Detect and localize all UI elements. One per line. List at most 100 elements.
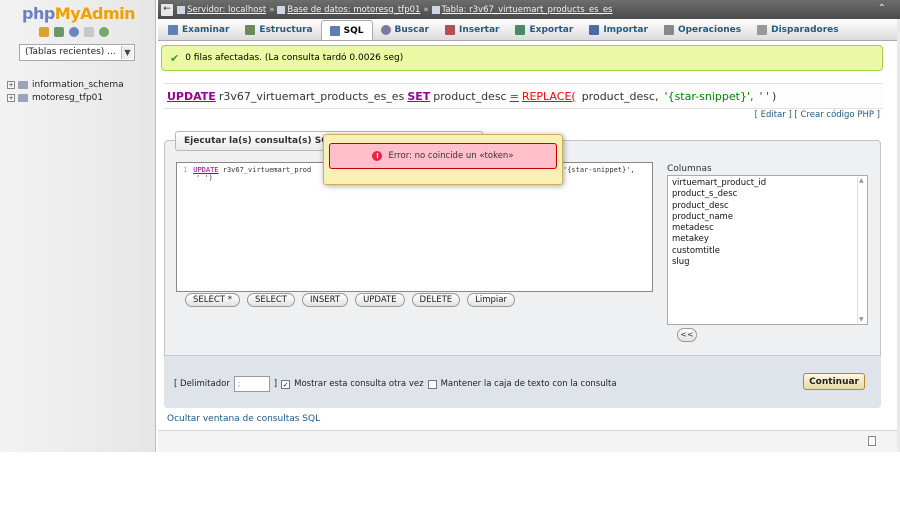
db-name[interactable]: motoresg_tfp01	[32, 93, 103, 103]
phpmyadmin-logo[interactable]: phpMyAdmin	[22, 4, 136, 23]
column-option[interactable]: product_desc	[672, 201, 863, 212]
export-icon	[515, 25, 526, 35]
tab-label: Importar	[603, 25, 648, 35]
sql-string: ' '	[759, 89, 770, 103]
operations-icon	[663, 25, 674, 35]
sql-paren: )	[772, 89, 777, 103]
server-icon	[177, 5, 185, 14]
editor-code: r3v67_virtuemart_prod	[218, 166, 312, 174]
recent-tables-value: (Tablas recientes) ...	[25, 47, 116, 57]
insert-column-button[interactable]: <<	[677, 328, 697, 342]
tab-examinar[interactable]: Examinar	[160, 20, 237, 40]
query-options: [ Delimitador ; ] ✓ Mostrar esta consult…	[164, 355, 881, 408]
expand-icon[interactable]: +	[7, 94, 15, 102]
sql-table-name: r3v67_virtuemart_products_es_es	[218, 89, 405, 103]
insert-button[interactable]: INSERT	[301, 293, 349, 307]
tab-bar: Examinar Estructura SQL Buscar Insertar …	[158, 19, 900, 41]
column-option[interactable]: product_s_desc	[672, 189, 863, 200]
tab-label: SQL	[343, 25, 364, 36]
scroll-up-icon[interactable]: ▲	[859, 177, 864, 184]
error-icon: !	[372, 151, 383, 161]
expand-icon[interactable]: +	[7, 81, 15, 89]
collapse-icon[interactable]: ⌃	[878, 3, 886, 14]
console-icon[interactable]	[868, 436, 876, 446]
column-option[interactable]: metadesc	[672, 223, 863, 234]
breadcrumb: ← Servidor: localhost » Base de datos: m…	[158, 0, 900, 19]
exit-icon[interactable]	[54, 27, 64, 37]
logo-text-myadmin: MyAdmin	[54, 4, 136, 23]
sql-string: '{star-snippet}',	[664, 89, 754, 103]
edit-link[interactable]: Editar	[761, 110, 786, 120]
sql-arg: product_desc,	[581, 89, 659, 103]
tab-label: Disparadores	[771, 25, 839, 35]
tab-sql[interactable]: SQL	[320, 20, 373, 40]
tab-insertar[interactable]: Insertar	[437, 20, 507, 40]
browse-icon	[168, 25, 178, 35]
delimiter-label: [ Delimitador	[174, 379, 230, 389]
column-option[interactable]: metakey	[672, 234, 863, 245]
db-name[interactable]: information_schema	[32, 80, 124, 90]
tab-label: Operaciones	[677, 25, 742, 35]
sql-keyword-update[interactable]: UPDATE	[167, 90, 216, 103]
keep-textbox-label[interactable]: Mantener la caja de texto con la consult…	[441, 379, 617, 389]
query-snippet-buttons: SELECT * SELECT INSERT UPDATE DELETE Lim…	[185, 293, 515, 307]
keep-textbox-checkbox[interactable]	[427, 379, 437, 389]
editor-keyword: UPDATE	[193, 166, 219, 174]
back-arrow-icon[interactable]: ←	[161, 3, 173, 16]
success-message: ✔ 0 filas afectadas. (La consulta tardó …	[161, 45, 883, 71]
sql-function-replace[interactable]: REPLACE(	[522, 90, 576, 103]
options-row: [ Delimitador ; ] ✓ Mostrar esta consult…	[174, 376, 617, 392]
sql-column-name: product_desc	[433, 89, 507, 103]
breadcrumb-server[interactable]: Servidor: localhost	[187, 5, 266, 15]
column-option[interactable]: product_name	[672, 212, 863, 223]
home-icon[interactable]	[39, 27, 49, 37]
column-option[interactable]: customtitle	[672, 246, 863, 257]
create-php-link[interactable]: Crear código PHP	[801, 110, 874, 120]
select-star-button[interactable]: SELECT *	[185, 293, 240, 307]
breadcrumb-separator: »	[269, 4, 275, 15]
db-item-motoresg[interactable]: + motoresg_tfp01	[7, 93, 103, 103]
show-query-checkbox[interactable]: ✓	[281, 379, 291, 389]
tab-disparadores[interactable]: Disparadores	[749, 20, 846, 40]
tab-operaciones[interactable]: Operaciones	[656, 20, 749, 40]
update-button[interactable]: UPDATE	[355, 293, 405, 307]
tab-importar[interactable]: Importar	[581, 20, 656, 40]
continue-button[interactable]: Continuar	[803, 373, 865, 390]
delimiter-label-close: ]	[273, 379, 278, 389]
editor-code-tail: '{star-snippet}',	[563, 166, 635, 174]
success-text: 0 filas afectadas. (La consulta tardó 0.…	[185, 53, 404, 63]
docs-icon[interactable]	[84, 27, 94, 37]
sql-keyword-set[interactable]: SET	[407, 90, 430, 103]
recent-tables-select[interactable]: (Tablas recientes) ... ▼	[19, 44, 135, 61]
column-option[interactable]: slug	[672, 257, 863, 268]
settings-icon[interactable]	[99, 27, 109, 37]
columns-scrollbar[interactable]: ▲ ▼	[857, 177, 866, 323]
breadcrumb-database[interactable]: Base de datos: motoresg_tfp01	[287, 5, 420, 15]
nav-icon-row	[39, 27, 109, 37]
columns-label: Columnas	[667, 164, 712, 174]
chevron-down-icon[interactable]: ▼	[121, 46, 133, 59]
executed-query: UPDATE r3v67_virtuemart_products_es_es S…	[163, 83, 883, 109]
select-button[interactable]: SELECT	[246, 293, 295, 307]
clear-button[interactable]: Limpiar	[467, 293, 515, 307]
hide-sql-window-link[interactable]: Ocultar ventana de consultas SQL	[167, 414, 320, 424]
database-icon	[18, 81, 28, 89]
error-message: ! Error: no coincide un «token»	[329, 143, 557, 169]
sql-operator[interactable]: =	[510, 90, 519, 103]
column-option[interactable]: virtuemart_product_id	[672, 178, 863, 189]
columns-list[interactable]: virtuemart_product_id product_s_desc pro…	[667, 175, 868, 325]
query-icon[interactable]	[69, 27, 79, 37]
delete-button[interactable]: DELETE	[411, 293, 461, 307]
delimiter-input[interactable]: ;	[233, 376, 270, 392]
tab-estructura[interactable]: Estructura	[237, 20, 320, 40]
check-icon: ✔	[170, 51, 180, 65]
breadcrumb-table[interactable]: Tabla: r3v67_virtuemart_products_es_es	[442, 5, 613, 15]
console-bar	[158, 430, 900, 452]
show-query-label[interactable]: Mostrar esta consulta otra vez	[294, 379, 423, 389]
scroll-down-icon[interactable]: ▼	[859, 316, 864, 323]
logo-text-php: php	[22, 4, 55, 23]
db-item-information-schema[interactable]: + information_schema	[7, 80, 124, 90]
import-icon	[589, 25, 600, 35]
tab-exportar[interactable]: Exportar	[507, 20, 581, 40]
tab-buscar[interactable]: Buscar	[373, 20, 437, 40]
